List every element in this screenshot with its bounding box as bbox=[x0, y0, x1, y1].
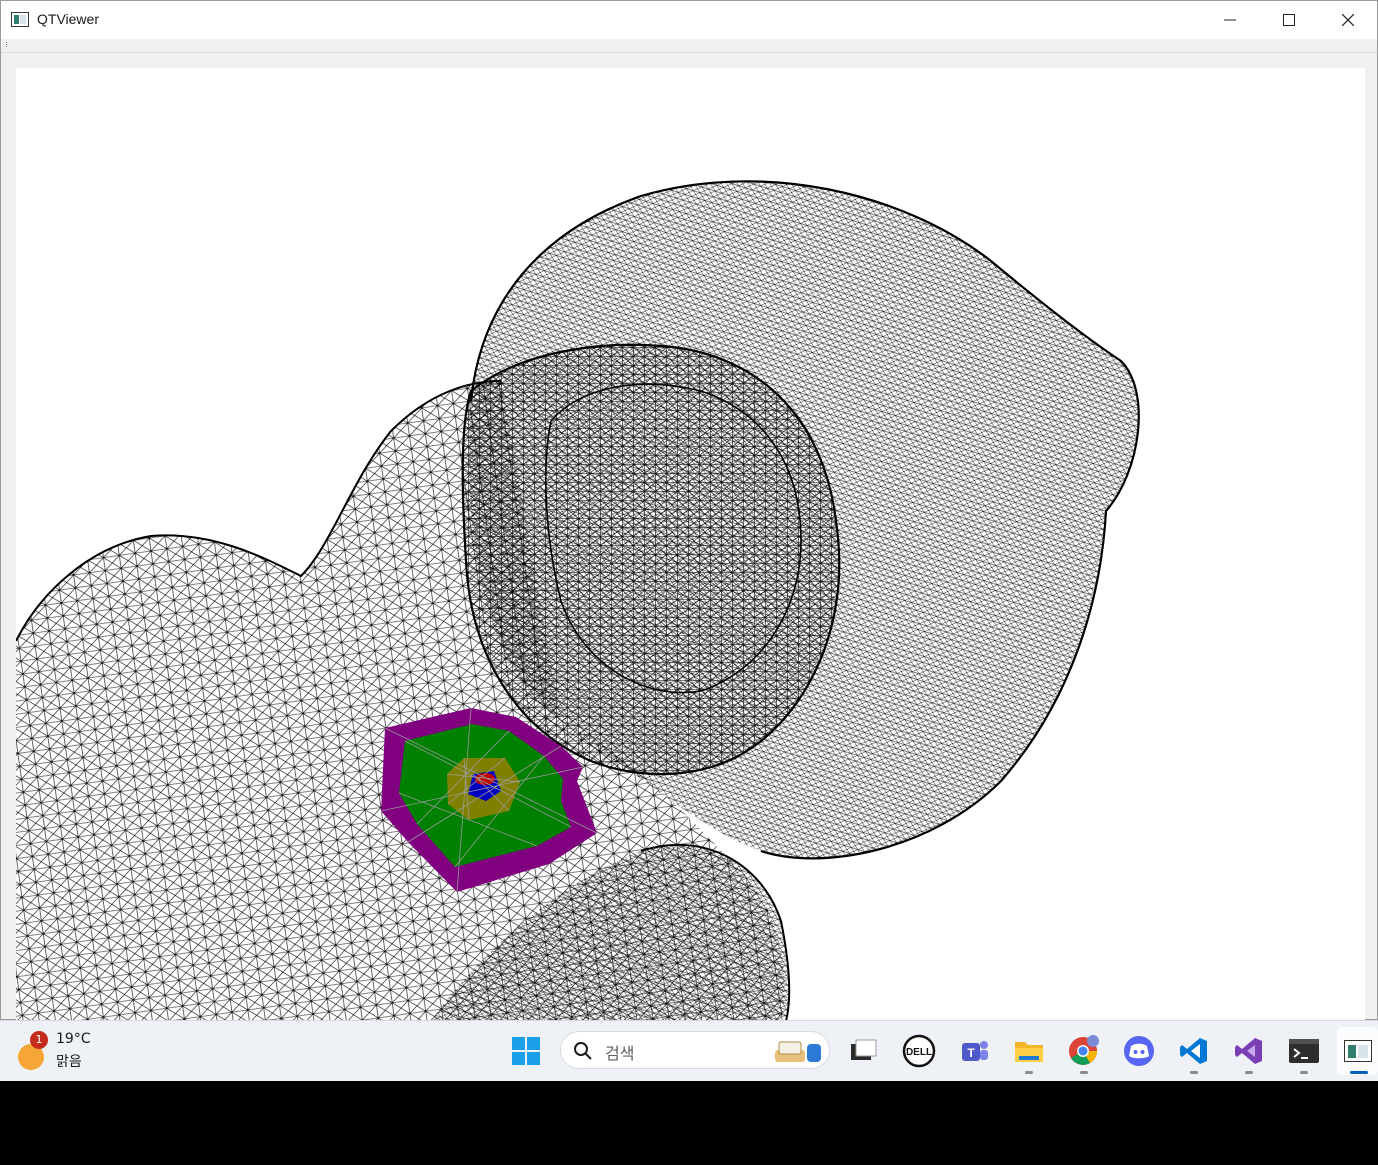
taskbar: 1 19°C 맑음 검색 DELL T bbox=[0, 1020, 1378, 1081]
3d-viewport[interactable] bbox=[16, 68, 1365, 1021]
discord-icon[interactable] bbox=[1121, 1033, 1157, 1069]
search-icon bbox=[574, 1042, 592, 1060]
search-box[interactable]: 검색 bbox=[560, 1031, 830, 1069]
explorer-running-indicator bbox=[1025, 1071, 1033, 1074]
minimize-icon bbox=[1224, 19, 1236, 21]
search-highlight-icon bbox=[775, 1041, 821, 1062]
svg-text:DELL: DELL bbox=[906, 1047, 932, 1058]
teams-icon[interactable]: T bbox=[957, 1033, 993, 1069]
close-button[interactable] bbox=[1319, 1, 1377, 39]
start-windows-icon[interactable] bbox=[510, 1035, 542, 1067]
chrome-icon[interactable] bbox=[1065, 1033, 1101, 1069]
maximize-button[interactable] bbox=[1260, 1, 1318, 39]
notification-badge: 1 bbox=[30, 1031, 48, 1049]
app-window: QTViewer bbox=[0, 0, 1378, 1021]
mesh-render[interactable] bbox=[16, 68, 1365, 1021]
weather-widget[interactable]: 1 19°C 맑음 bbox=[16, 1029, 106, 1073]
terminal-icon[interactable] bbox=[1286, 1033, 1322, 1069]
close-icon bbox=[1342, 14, 1354, 26]
svg-text:T: T bbox=[967, 1046, 975, 1060]
minimize-button[interactable] bbox=[1201, 1, 1259, 39]
app-icon bbox=[11, 12, 29, 27]
menu-bar[interactable] bbox=[1, 39, 1377, 53]
menu-grip bbox=[6, 42, 9, 47]
task-view-icon[interactable] bbox=[845, 1033, 881, 1069]
weather-condition: 맑음 bbox=[56, 1054, 82, 1070]
search-placeholder: 검색 bbox=[605, 1044, 635, 1063]
qtviewer-active-indicator bbox=[1350, 1071, 1368, 1074]
qtviewer-icon[interactable] bbox=[1340, 1033, 1376, 1069]
terminal-running-indicator bbox=[1300, 1071, 1308, 1074]
title-bar[interactable]: QTViewer bbox=[1, 1, 1377, 39]
dell-icon[interactable]: DELL bbox=[901, 1033, 937, 1069]
visual-studio-running-indicator bbox=[1245, 1071, 1253, 1074]
chrome-running-indicator bbox=[1080, 1071, 1088, 1074]
vscode-running-indicator bbox=[1190, 1071, 1198, 1074]
visual-studio-icon[interactable] bbox=[1231, 1033, 1267, 1069]
maximize-icon bbox=[1283, 14, 1295, 26]
file-explorer-icon[interactable] bbox=[1011, 1033, 1047, 1069]
vscode-icon[interactable] bbox=[1176, 1033, 1212, 1069]
window-title: QTViewer bbox=[37, 11, 99, 27]
weather-temperature: 19°C bbox=[56, 1031, 91, 1047]
